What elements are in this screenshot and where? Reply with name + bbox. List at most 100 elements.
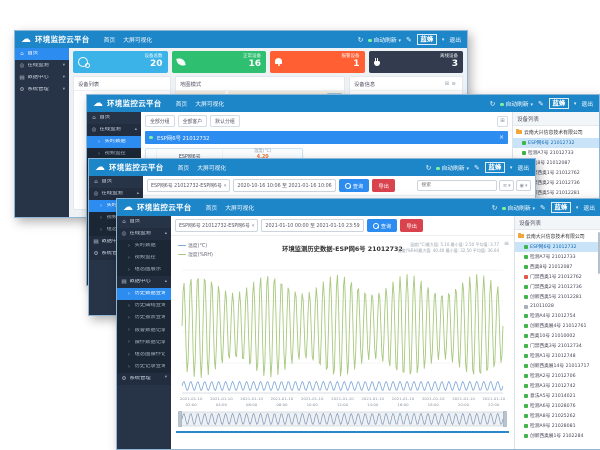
refresh-icon[interactable]: ↻	[358, 36, 364, 44]
device-tree-item[interactable]: 检测A8号 21025262	[515, 411, 600, 421]
device-tree-item[interactable]: 检测A7号 21012733	[515, 252, 600, 262]
sidebar-item[interactable]: › 视频监控	[117, 252, 171, 264]
group-tab[interactable]: 默认分组	[210, 115, 240, 127]
legend-item[interactable]: 湿度(%RH)	[178, 251, 213, 258]
sidebar-item[interactable]: ⚙ 系统管理 ▾	[15, 84, 69, 96]
sidebar-item[interactable]: › 组态图操作记录	[117, 349, 171, 361]
logout-button[interactable]: 退出	[581, 99, 593, 108]
sidebar-item[interactable]: › 组态图展示	[117, 264, 171, 276]
device-select[interactable]: ESP网6号 21012732-ESP网6号▾	[175, 219, 258, 232]
sidebar-item[interactable]: ◎ 在线监测 ▴	[87, 124, 141, 136]
company-name: 云南大兴信息技术有限公司	[526, 233, 585, 240]
chart-toolbox-icon[interactable]: ≡	[504, 240, 509, 247]
device-status-icon	[524, 354, 528, 358]
auto-refresh-dropdown[interactable]: 自动刷新 ▾	[500, 99, 533, 108]
chevron-icon: ▴	[165, 280, 167, 285]
date-range-input[interactable]: 2020-10-16 10:06 至 2021-01-16 10:06	[233, 179, 335, 192]
device-tree-item[interactable]: 门禁西奥1号 21012762	[515, 272, 600, 282]
device-tree-item[interactable]: ESP网6号 21012732	[513, 138, 599, 148]
menu-icon: ›	[96, 139, 102, 145]
sidebar-item[interactable]: › 历史报表查询	[117, 312, 171, 324]
refresh-icon[interactable]: ↻	[490, 100, 496, 108]
auto-refresh-dropdown[interactable]: 自动刷新 ▾	[502, 203, 535, 212]
nav-home[interactable]: 首页	[178, 163, 190, 172]
nav-home[interactable]: 首页	[206, 203, 218, 212]
layout-toggle-icon[interactable]: ⊞	[497, 116, 508, 127]
tree-folder[interactable]: 云南大兴信息技术有限公司	[513, 126, 599, 138]
sidebar-item[interactable]: ⌂ 首页	[87, 112, 141, 124]
device-tree-item[interactable]: 门禁西奥2号 21012736	[515, 282, 600, 292]
device-tree-item[interactable]: 创新西奥展14号 21013717	[515, 361, 600, 371]
edit-icon[interactable]: ✎	[406, 36, 412, 44]
device-tree-item[interactable]: 创新西奥展4号 21012761	[515, 321, 600, 331]
sidebar-item[interactable]: ⌂ 首页	[15, 48, 69, 60]
device-select[interactable]: ESP网6号 21012732-ESP网6号▾	[147, 179, 230, 192]
group-tab[interactable]: 全部分组	[145, 115, 175, 127]
nav-big-screen[interactable]: 大屏可视化	[197, 163, 226, 172]
sidebar-item[interactable]: ▤ 数据中心 ▴	[117, 276, 171, 288]
auto-refresh-dropdown[interactable]: 自动刷新 ▾	[368, 35, 401, 44]
datazoom-slider[interactable]	[176, 411, 509, 427]
sidebar-item[interactable]: ⚙ 系统管理 ▾	[117, 373, 171, 385]
nav-home[interactable]: 首页	[104, 35, 116, 44]
menu-icon[interactable]: ≡	[451, 81, 458, 87]
close-icon[interactable]: ×	[499, 134, 504, 141]
device-tree-item[interactable]: 检测A7号 21012733	[513, 148, 599, 158]
refresh-icon[interactable]: ↻	[426, 164, 432, 172]
device-tree-item[interactable]: 检测A6号 21028076	[515, 401, 600, 411]
nav-big-screen[interactable]: 大屏可视化	[225, 203, 254, 212]
device-tree-item[interactable]: 西奥10号 21010002	[515, 331, 600, 341]
tree-folder[interactable]: 云南大兴信息技术有限公司	[515, 230, 600, 242]
device-tree-item[interactable]: 检测A3号 21012742	[515, 381, 600, 391]
device-tree-item[interactable]: 检测A2号 21012706	[515, 371, 600, 381]
chart-plot[interactable]	[176, 264, 509, 396]
sidebar-item[interactable]: › 报警数据记录	[117, 324, 171, 336]
status-dot-icon	[500, 103, 504, 107]
sidebar-item[interactable]: › 实时数据	[87, 136, 141, 148]
device-tree-item[interactable]: ESP网6号 21012732	[515, 242, 600, 252]
group-tab[interactable]: 全部客户	[178, 115, 208, 127]
sidebar-item[interactable]: › 历史记录查询	[117, 361, 171, 373]
sidebar-item[interactable]: ◎ 在线监测 ▾	[15, 60, 69, 72]
auto-refresh-dropdown[interactable]: 自动刷新 ▾	[436, 163, 469, 172]
device-tree-item[interactable]: 西奥8号 21012087	[515, 262, 600, 272]
refresh-icon[interactable]: ↻	[492, 204, 498, 212]
device-tree-item[interactable]: 检测A1号 21012748	[515, 351, 600, 361]
nav-big-screen[interactable]: 大屏可视化	[195, 99, 224, 108]
device-tree-item[interactable]: 创新西奥5号 21012281	[515, 292, 600, 302]
device-tree-item[interactable]: 意法A5号 21014021	[515, 391, 600, 401]
export-button[interactable]: 导出	[372, 179, 395, 192]
logout-button[interactable]: 退出	[583, 203, 595, 212]
search-input[interactable]	[417, 180, 497, 191]
nav-big-screen[interactable]: 大屏可视化	[123, 35, 152, 44]
group-view-button[interactable]: ≡▾	[499, 180, 514, 191]
edit-icon[interactable]: ✎	[540, 204, 546, 212]
nav-home[interactable]: 首页	[176, 99, 188, 108]
brand-logo: 蓝蜂	[417, 34, 437, 45]
edit-icon[interactable]: ✎	[474, 164, 480, 172]
export-button[interactable]: 导出	[400, 219, 423, 232]
sidebar-item[interactable]: › 实时数据	[117, 240, 171, 252]
query-button[interactable]: 查询	[367, 219, 398, 232]
logout-button[interactable]: 退出	[517, 163, 529, 172]
menu-label: 数据中心	[28, 75, 61, 81]
query-button[interactable]: 查询	[339, 179, 370, 192]
customer-view-button[interactable]: ◉▾	[516, 180, 531, 191]
device-tree-item[interactable]: 21011028	[515, 302, 600, 311]
device-tree-item[interactable]: 门禁西奥3号 21012734	[515, 341, 600, 351]
sidebar-item[interactable]: › 操作数据记录	[117, 336, 171, 348]
sidebar-item[interactable]: › 历史数据查询	[117, 288, 171, 300]
sidebar-item[interactable]: ▤ 数据中心 ▾	[15, 72, 69, 84]
sidebar-item[interactable]: ◎ 在线监测 ▴	[117, 228, 171, 240]
sidebar-item[interactable]: ⌂ 首页	[117, 216, 171, 228]
logout-button[interactable]: 退出	[449, 35, 461, 44]
stat-label: 报警设备	[342, 54, 360, 60]
sidebar-item[interactable]: ⌂ 首页	[89, 176, 143, 188]
device-tree-item[interactable]: 创新西奥展1号 2102284	[515, 431, 600, 441]
device-tree-item[interactable]: 检测A9号 21028081	[515, 421, 600, 431]
legend-item[interactable]: 温度(°C)	[178, 242, 213, 249]
date-range-input[interactable]: 2021-01-10 00:00 至 2021-01-10 23:59	[261, 219, 363, 232]
sidebar-item[interactable]: › 历史曲线查询	[117, 300, 171, 312]
device-tree-item[interactable]: 检测A4号 21012754	[515, 311, 600, 321]
edit-icon[interactable]: ✎	[538, 100, 544, 108]
